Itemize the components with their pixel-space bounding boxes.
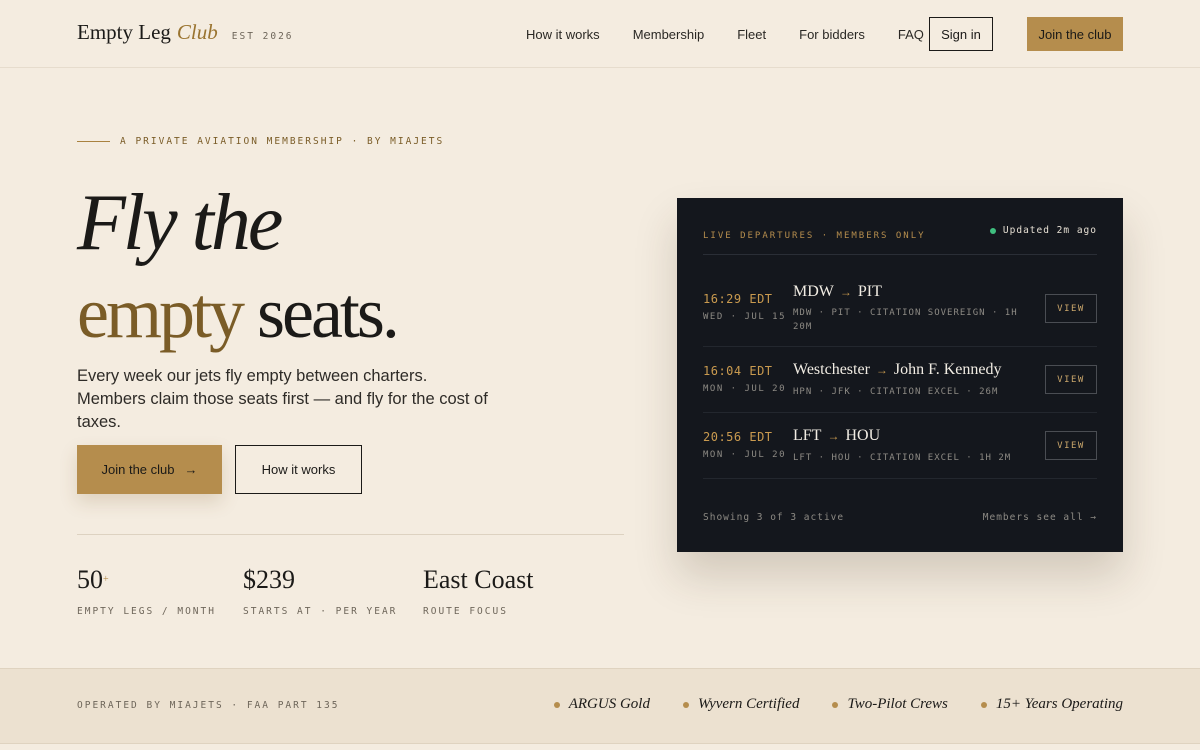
- brand-club: Club: [176, 20, 218, 44]
- card-footer: Showing 3 of 3 active Members see all →: [703, 512, 1097, 523]
- bullet-dot-icon: [553, 701, 560, 708]
- nav-faq[interactable]: FAQ: [898, 27, 924, 42]
- view-flight-button[interactable]: VIEW: [1045, 294, 1097, 323]
- eyebrow-rule: [77, 141, 110, 142]
- nav-for-bidders[interactable]: For bidders: [799, 27, 865, 42]
- stat-label: ROUTE FOCUS: [423, 606, 508, 617]
- eyebrow-text: A PRIVATE AVIATION MEMBERSHIP · BY MIAJE…: [120, 136, 445, 147]
- view-flight-button[interactable]: VIEW: [1045, 431, 1097, 460]
- bullet-dot-icon: [980, 701, 987, 708]
- card-title: LIVE DEPARTURES · MEMBERS ONLY: [703, 231, 926, 241]
- brand-logo[interactable]: Empty Leg Club EST 2026: [77, 20, 294, 45]
- nav-membership[interactable]: Membership: [633, 27, 705, 42]
- arrow-right-icon: →: [827, 429, 840, 443]
- hero-description: Every week our jets fly empty between ch…: [77, 367, 488, 431]
- hero-divider: [77, 534, 624, 535]
- flight-route: LFT → HOU: [793, 427, 881, 444]
- arrow-right-icon: →: [875, 363, 888, 377]
- members-see-all-link[interactable]: Members see all →: [983, 512, 1097, 523]
- view-flight-button[interactable]: VIEW: [1045, 365, 1097, 394]
- join-club-header-button[interactable]: Join the club: [1027, 17, 1123, 51]
- arrow-right-icon: →: [184, 462, 198, 477]
- join-club-hero-label: Join the club: [101, 462, 175, 477]
- nav-fleet[interactable]: Fleet: [737, 27, 766, 42]
- flight-date: MON · JUL 20: [703, 384, 787, 394]
- brand-name: Empty Leg: [77, 20, 171, 44]
- stat-value: East Coast: [423, 565, 534, 594]
- flight-row[interactable]: 16:04 EDT MON · JUL 20 Westchester → John …: [703, 347, 1097, 413]
- badge-years: 15+ Years Operating: [980, 696, 1123, 713]
- flight-row[interactable]: 16:29 EDT WED · JUL 15 MDW → PIT MDW · PIT…: [703, 255, 1097, 347]
- flight-route: MDW → PIT: [793, 283, 882, 300]
- brand-established: EST 2026: [231, 31, 294, 42]
- operator-info: OPERATED BY MIAJETS · FAA PART 135: [77, 700, 340, 711]
- flight-time: 20:56 EDT: [703, 430, 773, 444]
- nav-how-it-works[interactable]: How it works: [526, 27, 600, 42]
- flight-time: 16:29 EDT: [703, 292, 773, 306]
- hero-title-line2: empty seats.: [77, 268, 400, 358]
- flight-date: WED · JUL 15: [703, 312, 787, 322]
- trust-band: OPERATED BY MIAJETS · FAA PART 135 ARGUS…: [0, 668, 1200, 744]
- stat-route-focus: East Coast ROUTE FOCUS: [423, 565, 534, 618]
- stat-label: STARTS AT · PER YEAR: [243, 606, 398, 617]
- stat-value: 50+: [77, 565, 109, 594]
- stat-price: $239 STARTS AT · PER YEAR: [243, 565, 398, 618]
- hero-title-seats: seats.: [256, 273, 400, 353]
- join-club-hero-button[interactable]: Join the club →: [77, 445, 222, 494]
- badge-argus: ARGUS Gold: [553, 696, 650, 713]
- how-it-works-hero-button[interactable]: How it works: [235, 445, 362, 494]
- hero-title-line1: Fly the: [77, 179, 283, 267]
- flight-time: 16:04 EDT: [703, 364, 773, 378]
- flight-date: MON · JUL 20: [703, 450, 787, 460]
- bullet-dot-icon: [832, 701, 839, 708]
- sign-in-button[interactable]: Sign in: [929, 17, 993, 51]
- flight-details: HPN · JFK · CITATION EXCEL · 26M: [793, 387, 999, 397]
- stat-label: EMPTY LEGS / MONTH: [77, 606, 216, 617]
- badge-two-pilot: Two-Pilot Crews: [832, 696, 948, 713]
- live-departures-card: LIVE DEPARTURES · MEMBERS ONLY Updated 2…: [677, 198, 1123, 552]
- badge-wyvern: Wyvern Certified: [682, 696, 800, 713]
- badge-text: ARGUS Gold: [568, 696, 650, 712]
- stat-value: $239: [243, 565, 295, 594]
- bullet-dot-icon: [682, 701, 689, 708]
- stat-superscript: +: [103, 574, 109, 585]
- hero-title-empty: empty: [77, 273, 245, 353]
- showing-count: Showing 3 of 3 active: [703, 512, 845, 523]
- stat-empty-legs: 50+ EMPTY LEGS / MONTH: [77, 565, 216, 618]
- hero-eyebrow: A PRIVATE AVIATION MEMBERSHIP · BY MIAJE…: [77, 136, 444, 147]
- updated-text: Updated 2m ago: [1002, 225, 1097, 236]
- certification-badges: ARGUS Gold Wyvern Certified Two-Pilot Cr…: [521, 696, 1123, 713]
- flight-details: LFT · HOU · CITATION EXCEL · 1H 2M: [793, 453, 1012, 463]
- arrow-right-icon: →: [839, 285, 852, 299]
- card-header: LIVE DEPARTURES · MEMBERS ONLY Updated 2…: [703, 225, 1097, 255]
- flight-row[interactable]: 20:56 EDT MON · JUL 20 LFT → HOU LFT · HOU…: [703, 413, 1097, 479]
- main-nav: How it works Membership Fleet For bidder…: [526, 27, 957, 42]
- live-status-dot-icon: [989, 227, 996, 234]
- site-header: Empty Leg Club EST 2026 How it works Mem…: [0, 0, 1200, 68]
- updated-status: Updated 2m ago: [989, 225, 1097, 236]
- flight-details: MDW · PIT · CITATION SOVEREIGN · 1H 20M: [793, 308, 1018, 332]
- badge-text: Two-Pilot Crews: [847, 696, 948, 712]
- flight-route: Westchester → John F. Kennedy: [793, 361, 1002, 378]
- badge-text: 15+ Years Operating: [995, 696, 1123, 712]
- badge-text: Wyvern Certified: [697, 696, 800, 712]
